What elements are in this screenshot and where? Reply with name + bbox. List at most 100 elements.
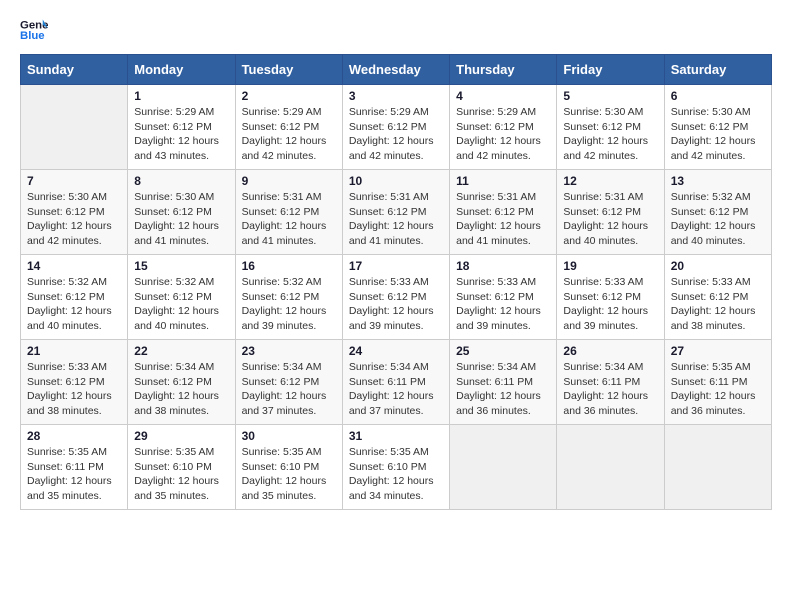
day-info: Sunrise: 5:29 AM Sunset: 6:12 PM Dayligh… — [134, 105, 228, 164]
day-info: Sunrise: 5:33 AM Sunset: 6:12 PM Dayligh… — [349, 275, 443, 334]
day-info: Sunrise: 5:32 AM Sunset: 6:12 PM Dayligh… — [27, 275, 121, 334]
day-number: 27 — [671, 344, 765, 358]
day-number: 24 — [349, 344, 443, 358]
day-info: Sunrise: 5:35 AM Sunset: 6:10 PM Dayligh… — [349, 445, 443, 504]
day-info: Sunrise: 5:32 AM Sunset: 6:12 PM Dayligh… — [242, 275, 336, 334]
calendar-cell: 14 Sunrise: 5:32 AM Sunset: 6:12 PM Dayli… — [21, 255, 128, 340]
day-info: Sunrise: 5:34 AM Sunset: 6:11 PM Dayligh… — [349, 360, 443, 419]
day-number: 7 — [27, 174, 121, 188]
day-number: 29 — [134, 429, 228, 443]
day-number: 16 — [242, 259, 336, 273]
calendar-cell: 5 Sunrise: 5:30 AM Sunset: 6:12 PM Daylig… — [557, 85, 664, 170]
weekday-header-wednesday: Wednesday — [342, 55, 449, 85]
calendar-cell: 25 Sunrise: 5:34 AM Sunset: 6:11 PM Dayli… — [450, 340, 557, 425]
calendar-week-row: 7 Sunrise: 5:30 AM Sunset: 6:12 PM Daylig… — [21, 170, 772, 255]
day-number: 26 — [563, 344, 657, 358]
calendar-week-row: 28 Sunrise: 5:35 AM Sunset: 6:11 PM Dayli… — [21, 425, 772, 510]
weekday-header-saturday: Saturday — [664, 55, 771, 85]
calendar-cell: 26Sunrise: 5:34 AM Sunset: 6:11 PM Dayli… — [557, 340, 664, 425]
calendar-week-row: 1Sunrise: 5:29 AM Sunset: 6:12 PM Daylig… — [21, 85, 772, 170]
day-info: Sunrise: 5:31 AM Sunset: 6:12 PM Dayligh… — [242, 190, 336, 249]
day-number: 18 — [456, 259, 550, 273]
day-info: Sunrise: 5:34 AM Sunset: 6:11 PM Dayligh… — [456, 360, 550, 419]
calendar-cell: 22Sunrise: 5:34 AM Sunset: 6:12 PM Dayli… — [128, 340, 235, 425]
calendar-cell: 9 Sunrise: 5:31 AM Sunset: 6:12 PM Daylig… — [235, 170, 342, 255]
calendar-cell: 6 Sunrise: 5:30 AM Sunset: 6:12 PM Daylig… — [664, 85, 771, 170]
weekday-header-monday: Monday — [128, 55, 235, 85]
calendar-week-row: 21 Sunrise: 5:33 AM Sunset: 6:12 PM Dayli… — [21, 340, 772, 425]
day-number: 31 — [349, 429, 443, 443]
day-number: 3 — [349, 89, 443, 103]
day-number: 21 — [27, 344, 121, 358]
day-info: Sunrise: 5:35 AM Sunset: 6:11 PM Dayligh… — [671, 360, 765, 419]
calendar-cell: 3 Sunrise: 5:29 AM Sunset: 6:12 PM Daylig… — [342, 85, 449, 170]
day-info: Sunrise: 5:35 AM Sunset: 6:10 PM Dayligh… — [134, 445, 228, 504]
day-number: 8 — [134, 174, 228, 188]
day-number: 6 — [671, 89, 765, 103]
calendar-cell: 30Sunrise: 5:35 AM Sunset: 6:10 PM Dayli… — [235, 425, 342, 510]
logo-icon: General Blue — [20, 16, 48, 44]
day-info: Sunrise: 5:31 AM Sunset: 6:12 PM Dayligh… — [349, 190, 443, 249]
day-info: Sunrise: 5:31 AM Sunset: 6:12 PM Dayligh… — [563, 190, 657, 249]
calendar-cell: 24 Sunrise: 5:34 AM Sunset: 6:11 PM Dayli… — [342, 340, 449, 425]
day-info: Sunrise: 5:35 AM Sunset: 6:11 PM Dayligh… — [27, 445, 121, 504]
day-number: 2 — [242, 89, 336, 103]
calendar-cell: 15 Sunrise: 5:32 AM Sunset: 6:12 PM Dayli… — [128, 255, 235, 340]
day-info: Sunrise: 5:30 AM Sunset: 6:12 PM Dayligh… — [563, 105, 657, 164]
calendar-week-row: 14 Sunrise: 5:32 AM Sunset: 6:12 PM Dayli… — [21, 255, 772, 340]
day-number: 13 — [671, 174, 765, 188]
calendar-cell: 31 Sunrise: 5:35 AM Sunset: 6:10 PM Dayli… — [342, 425, 449, 510]
day-number: 5 — [563, 89, 657, 103]
weekday-header-thursday: Thursday — [450, 55, 557, 85]
day-info: Sunrise: 5:30 AM Sunset: 6:12 PM Dayligh… — [27, 190, 121, 249]
day-info: Sunrise: 5:34 AM Sunset: 6:12 PM Dayligh… — [242, 360, 336, 419]
weekday-header-tuesday: Tuesday — [235, 55, 342, 85]
calendar-cell: 18 Sunrise: 5:33 AM Sunset: 6:12 PM Dayli… — [450, 255, 557, 340]
day-number: 23 — [242, 344, 336, 358]
calendar-cell — [664, 425, 771, 510]
logo: General Blue — [20, 16, 52, 44]
day-number: 28 — [27, 429, 121, 443]
calendar-cell: 2 Sunrise: 5:29 AM Sunset: 6:12 PM Daylig… — [235, 85, 342, 170]
day-number: 19 — [563, 259, 657, 273]
calendar-cell: 7 Sunrise: 5:30 AM Sunset: 6:12 PM Daylig… — [21, 170, 128, 255]
calendar-header-row: SundayMondayTuesdayWednesdayThursdayFrid… — [21, 55, 772, 85]
calendar-table: SundayMondayTuesdayWednesdayThursdayFrid… — [20, 54, 772, 510]
weekday-header-friday: Friday — [557, 55, 664, 85]
calendar-header: SundayMondayTuesdayWednesdayThursdayFrid… — [21, 55, 772, 85]
day-info: Sunrise: 5:30 AM Sunset: 6:12 PM Dayligh… — [134, 190, 228, 249]
day-info: Sunrise: 5:33 AM Sunset: 6:12 PM Dayligh… — [563, 275, 657, 334]
day-info: Sunrise: 5:33 AM Sunset: 6:12 PM Dayligh… — [456, 275, 550, 334]
day-info: Sunrise: 5:30 AM Sunset: 6:12 PM Dayligh… — [671, 105, 765, 164]
calendar-cell — [21, 85, 128, 170]
calendar-cell: 12Sunrise: 5:31 AM Sunset: 6:12 PM Dayli… — [557, 170, 664, 255]
day-number: 17 — [349, 259, 443, 273]
calendar-cell — [557, 425, 664, 510]
day-info: Sunrise: 5:29 AM Sunset: 6:12 PM Dayligh… — [349, 105, 443, 164]
day-info: Sunrise: 5:29 AM Sunset: 6:12 PM Dayligh… — [242, 105, 336, 164]
day-info: Sunrise: 5:32 AM Sunset: 6:12 PM Dayligh… — [134, 275, 228, 334]
day-number: 4 — [456, 89, 550, 103]
calendar-cell: 21 Sunrise: 5:33 AM Sunset: 6:12 PM Dayli… — [21, 340, 128, 425]
day-number: 10 — [349, 174, 443, 188]
calendar-cell: 8 Sunrise: 5:30 AM Sunset: 6:12 PM Daylig… — [128, 170, 235, 255]
day-number: 14 — [27, 259, 121, 273]
calendar-cell: 20Sunrise: 5:33 AM Sunset: 6:12 PM Dayli… — [664, 255, 771, 340]
calendar-cell: 16 Sunrise: 5:32 AM Sunset: 6:12 PM Dayli… — [235, 255, 342, 340]
day-number: 9 — [242, 174, 336, 188]
calendar-cell — [450, 425, 557, 510]
day-info: Sunrise: 5:33 AM Sunset: 6:12 PM Dayligh… — [27, 360, 121, 419]
calendar-cell: 23 Sunrise: 5:34 AM Sunset: 6:12 PM Dayli… — [235, 340, 342, 425]
day-info: Sunrise: 5:31 AM Sunset: 6:12 PM Dayligh… — [456, 190, 550, 249]
day-number: 25 — [456, 344, 550, 358]
calendar-cell: 11 Sunrise: 5:31 AM Sunset: 6:12 PM Dayli… — [450, 170, 557, 255]
calendar-cell: 4Sunrise: 5:29 AM Sunset: 6:12 PM Daylig… — [450, 85, 557, 170]
day-info: Sunrise: 5:32 AM Sunset: 6:12 PM Dayligh… — [671, 190, 765, 249]
day-info: Sunrise: 5:33 AM Sunset: 6:12 PM Dayligh… — [671, 275, 765, 334]
calendar-cell: 1Sunrise: 5:29 AM Sunset: 6:12 PM Daylig… — [128, 85, 235, 170]
day-number: 11 — [456, 174, 550, 188]
calendar-cell: 28 Sunrise: 5:35 AM Sunset: 6:11 PM Dayli… — [21, 425, 128, 510]
day-number: 30 — [242, 429, 336, 443]
calendar-cell: 17 Sunrise: 5:33 AM Sunset: 6:12 PM Dayli… — [342, 255, 449, 340]
day-number: 15 — [134, 259, 228, 273]
